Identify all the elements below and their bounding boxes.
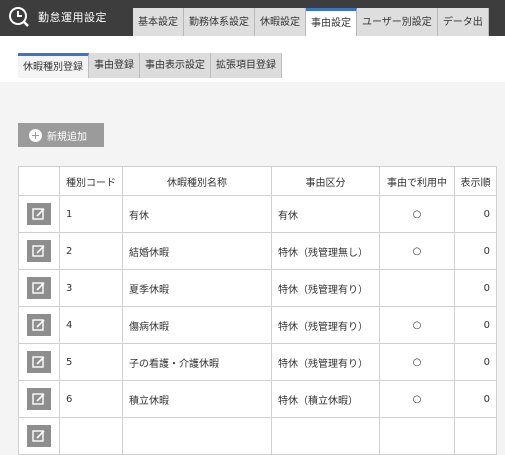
cell-name: 有休 (122, 195, 272, 233)
add-new-button[interactable]: 新規追加 (18, 123, 104, 147)
edit-icon[interactable] (27, 203, 51, 225)
table-header-row: 種別コード 休暇種別名称 事由区分 事由で利用中 表示順 (18, 166, 497, 196)
top-tab-bar: 基本設定 勤務体系設定 休暇設定 事由設定 ユーザー別設定 データ出 (133, 8, 489, 36)
table-row (18, 417, 497, 455)
header-display-order[interactable]: 表示順 (454, 166, 497, 196)
header-edit (18, 166, 60, 196)
tab-work-schedule-settings[interactable]: 勤務体系設定 (184, 8, 255, 36)
cell-kubun (271, 417, 380, 455)
cell-code: 2 (59, 232, 123, 270)
subtab-leave-type-registration[interactable]: 休暇種別登録 (18, 53, 89, 78)
cell-name: 子の看護・介護休暇 (122, 343, 272, 381)
cell-order: 0 (454, 380, 497, 418)
cell-name: 結婚休暇 (122, 232, 272, 270)
edit-icon[interactable] (27, 351, 51, 373)
cell-order: 0 (454, 195, 497, 233)
cell-in-use (379, 269, 455, 307)
table-row: 4 傷病休暇 特休（残管理有り） ○ 0 (18, 306, 497, 344)
header-reason-category[interactable]: 事由区分 (271, 166, 380, 196)
edit-icon[interactable] (27, 388, 51, 410)
cell-kubun: 特休（残管理有り） (271, 306, 380, 344)
cell-order: 0 (454, 232, 497, 270)
table-row: 1 有休 有休 ○ 0 (18, 195, 497, 233)
tab-data-output[interactable]: データ出 (437, 8, 489, 36)
tab-leave-settings[interactable]: 休暇設定 (255, 8, 306, 36)
subtab-extension-registration[interactable]: 拡張項目登録 (211, 53, 282, 78)
cell-code: 6 (59, 380, 123, 418)
add-new-label: 新規追加 (47, 131, 87, 143)
subtab-reason-display-settings[interactable]: 事由表示設定 (140, 53, 211, 78)
leave-type-table: 種別コード 休暇種別名称 事由区分 事由で利用中 表示順 1 有休 有休 ○ 0… (18, 166, 497, 455)
edit-icon[interactable] (27, 314, 51, 336)
header-leave-type-name[interactable]: 休暇種別名称 (122, 166, 272, 196)
cell-name: 積立休暇 (122, 380, 272, 418)
cell-name: 夏季休暇 (122, 269, 272, 307)
cell-name (122, 417, 272, 455)
cell-order: 0 (454, 343, 497, 381)
app-header: 勤怠運用設定 基本設定 勤務体系設定 休暇設定 事由設定 ユーザー別設定 データ… (0, 0, 505, 36)
cell-kubun: 特休（残管理有り） (271, 269, 380, 307)
sub-tab-bar: 休暇種別登録 事由登録 事由表示設定 拡張項目登録 (18, 53, 282, 78)
edit-icon[interactable] (27, 277, 51, 299)
cell-order (454, 417, 497, 455)
cell-order: 0 (454, 269, 497, 307)
cell-kubun: 有休 (271, 195, 380, 233)
cell-code (59, 417, 123, 455)
cell-in-use: ○ (379, 195, 455, 233)
table-row: 6 積立休暇 特休（積立休暇） ○ 0 (18, 380, 497, 418)
tab-user-settings[interactable]: ユーザー別設定 (357, 8, 438, 36)
cell-kubun: 特休（残管理無し） (271, 232, 380, 270)
app-title: 勤怠運用設定 (38, 11, 107, 24)
table-row: 5 子の看護・介護休暇 特休（残管理有り） ○ 0 (18, 343, 497, 381)
subtab-reason-registration[interactable]: 事由登録 (89, 53, 140, 78)
header-type-code[interactable]: 種別コード (59, 166, 123, 196)
table-row: 3 夏季休暇 特休（残管理有り） 0 (18, 269, 497, 307)
header-in-use[interactable]: 事由で利用中 (379, 166, 455, 196)
edit-icon[interactable] (27, 425, 51, 447)
table-row: 2 結婚休暇 特休（残管理無し） ○ 0 (18, 232, 497, 270)
sub-tab-area: 休暇種別登録 事由登録 事由表示設定 拡張項目登録 (0, 36, 505, 82)
cell-in-use: ○ (379, 232, 455, 270)
cell-in-use: ○ (379, 306, 455, 344)
cell-in-use: ○ (379, 380, 455, 418)
cell-in-use: ○ (379, 343, 455, 381)
cell-kubun: 特休（積立休暇） (271, 380, 380, 418)
tab-basic-settings[interactable]: 基本設定 (133, 8, 184, 36)
plus-circle-icon (29, 128, 42, 142)
cell-in-use (379, 417, 455, 455)
cell-order: 0 (454, 306, 497, 344)
tab-reason-settings[interactable]: 事由設定 (306, 8, 357, 36)
cell-kubun: 特休（残管理有り） (271, 343, 380, 381)
cell-name: 傷病休暇 (122, 306, 272, 344)
cell-code: 1 (59, 195, 123, 233)
edit-icon[interactable] (27, 240, 51, 262)
clock-logo-icon (9, 7, 29, 27)
cell-code: 3 (59, 269, 123, 307)
cell-code: 4 (59, 306, 123, 344)
cell-code: 5 (59, 343, 123, 381)
